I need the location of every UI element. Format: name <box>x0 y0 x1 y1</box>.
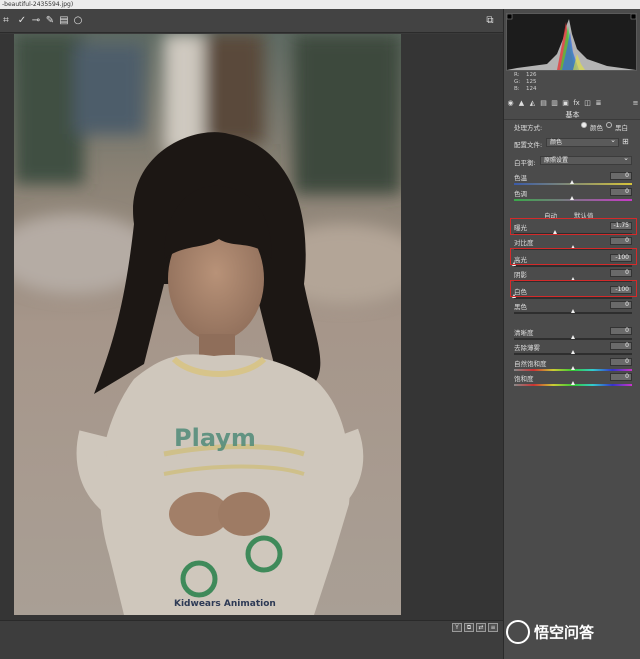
slider-track[interactable] <box>514 265 632 267</box>
r-value: 126 <box>526 72 537 78</box>
svg-text:Playm: Playm <box>174 424 256 452</box>
lens-tab-icon[interactable]: ▣ <box>561 99 570 108</box>
graduated-filter-icon[interactable]: ▤ <box>58 14 70 28</box>
slider-label: 去除薄雾 <box>514 344 540 352</box>
slider-label: 对比度 <box>514 239 534 247</box>
crop-icon[interactable]: ⌗ <box>0 14 12 28</box>
slider-label: 阴影 <box>514 271 527 279</box>
exposure-highlight-box <box>510 218 637 235</box>
slider-label: 饱和度 <box>514 375 534 383</box>
split-toning-tab-icon[interactable]: ▥ <box>550 99 559 108</box>
watermark: 悟空问答 <box>506 620 640 651</box>
brush-icon[interactable]: ✎ <box>44 14 56 28</box>
slider-track[interactable] <box>514 297 632 299</box>
panel-menu-icon[interactable]: ≡ <box>631 99 640 108</box>
profile-dropdown[interactable]: 颜色 <box>546 137 619 147</box>
slider-thumb[interactable] <box>570 350 575 354</box>
radio-color-icon[interactable] <box>581 122 587 128</box>
adjustment-panel: R: 126 G: 125 B: 124 ◉ ▲ ◭ ▤ ▥ ▣ fx ◫ ≣ … <box>503 9 640 659</box>
slider-thumb[interactable] <box>570 366 575 370</box>
section-basic-title: 基本 <box>504 110 640 120</box>
highlights-highlight-box <box>510 248 637 265</box>
b-value: 124 <box>526 86 537 92</box>
slider-label: 清晰度 <box>514 329 534 337</box>
g-value: 125 <box>526 79 537 85</box>
window-title: -beautiful-2435594.jpg) <box>0 0 640 9</box>
detail-tab-icon[interactable]: ◭ <box>528 99 537 108</box>
bottom-bar: Y ⧉ ⇄ ≡ <box>0 620 503 659</box>
r-label: R: <box>514 72 520 78</box>
calibration-tab-icon[interactable]: ◫ <box>583 99 592 108</box>
swap-settings-button[interactable]: ⇄ <box>476 623 486 632</box>
fullscreen-icon[interactable]: ⧉ <box>484 14 496 28</box>
radio-bw-icon[interactable] <box>606 122 612 128</box>
watermark-text: 悟空问答 <box>534 623 595 642</box>
b-label: B: <box>514 86 520 92</box>
tint-slider-thumb[interactable] <box>570 196 574 200</box>
panel-tabs: ◉ ▲ ◭ ▤ ▥ ▣ fx ◫ ≣ ≡ <box>506 98 639 109</box>
tint-label: 色调 <box>514 190 527 198</box>
wb-dropdown[interactable]: 原照设置 <box>540 155 632 165</box>
profile-browser-icon[interactable]: ⊞ <box>622 137 629 146</box>
slider-value[interactable]: 0 <box>610 342 632 350</box>
slider-value[interactable]: 0 <box>610 269 632 277</box>
toolbar: ⌗ ✓ ⊸ ✎ ▤ ○ ⧉ <box>0 9 503 33</box>
slider-value[interactable]: 0 <box>610 358 632 366</box>
hsl-tab-icon[interactable]: ▤ <box>539 99 548 108</box>
spot-removal-icon[interactable]: ⊸ <box>30 14 42 28</box>
treatment-bw-label: 黑白 <box>615 124 628 132</box>
svg-text:Kidwears Animation: Kidwears Animation <box>174 599 276 609</box>
before-after-y-button[interactable]: Y <box>452 623 462 632</box>
slider-thumb[interactable] <box>570 309 575 313</box>
wb-label: 白平衡: <box>514 159 536 167</box>
straighten-icon[interactable]: ✓ <box>16 14 28 28</box>
treatment-label: 处理方式: <box>514 124 543 132</box>
toggle-settings-button[interactable]: ≡ <box>488 623 498 632</box>
temp-slider-thumb[interactable] <box>570 180 574 184</box>
slider-value[interactable]: 0 <box>610 237 632 245</box>
slider-thumb[interactable] <box>570 381 575 385</box>
effects-tab-icon[interactable]: fx <box>572 99 581 108</box>
radial-filter-icon[interactable]: ○ <box>72 14 84 28</box>
slider-value[interactable]: 0 <box>610 373 632 381</box>
photo-preview: Playm Kidwears Animation <box>14 34 401 615</box>
temp-value[interactable]: 0 <box>610 172 632 180</box>
slider-value[interactable]: 0 <box>610 301 632 309</box>
temp-label: 色温 <box>514 174 527 182</box>
presets-tab-icon[interactable]: ≣ <box>594 99 603 108</box>
tint-value[interactable]: 0 <box>610 188 632 196</box>
slider-thumb[interactable] <box>570 335 575 339</box>
basic-tab-icon[interactable]: ◉ <box>506 99 515 108</box>
histogram <box>506 13 637 71</box>
profile-label: 配置文件: <box>514 141 543 149</box>
tone-curve-tab-icon[interactable]: ▲ <box>517 99 526 108</box>
watermark-logo-icon <box>506 620 530 644</box>
g-label: G: <box>514 79 521 85</box>
whites-highlight-box <box>510 280 637 297</box>
before-after-split-button[interactable]: ⧉ <box>464 623 474 632</box>
slider-value[interactable]: 0 <box>610 327 632 335</box>
image-canvas[interactable]: Playm Kidwears Animation <box>0 34 503 620</box>
slider-label: 黑色 <box>514 303 527 311</box>
slider-label: 自然饱和度 <box>514 360 547 368</box>
treatment-color-label: 颜色 <box>590 124 603 132</box>
